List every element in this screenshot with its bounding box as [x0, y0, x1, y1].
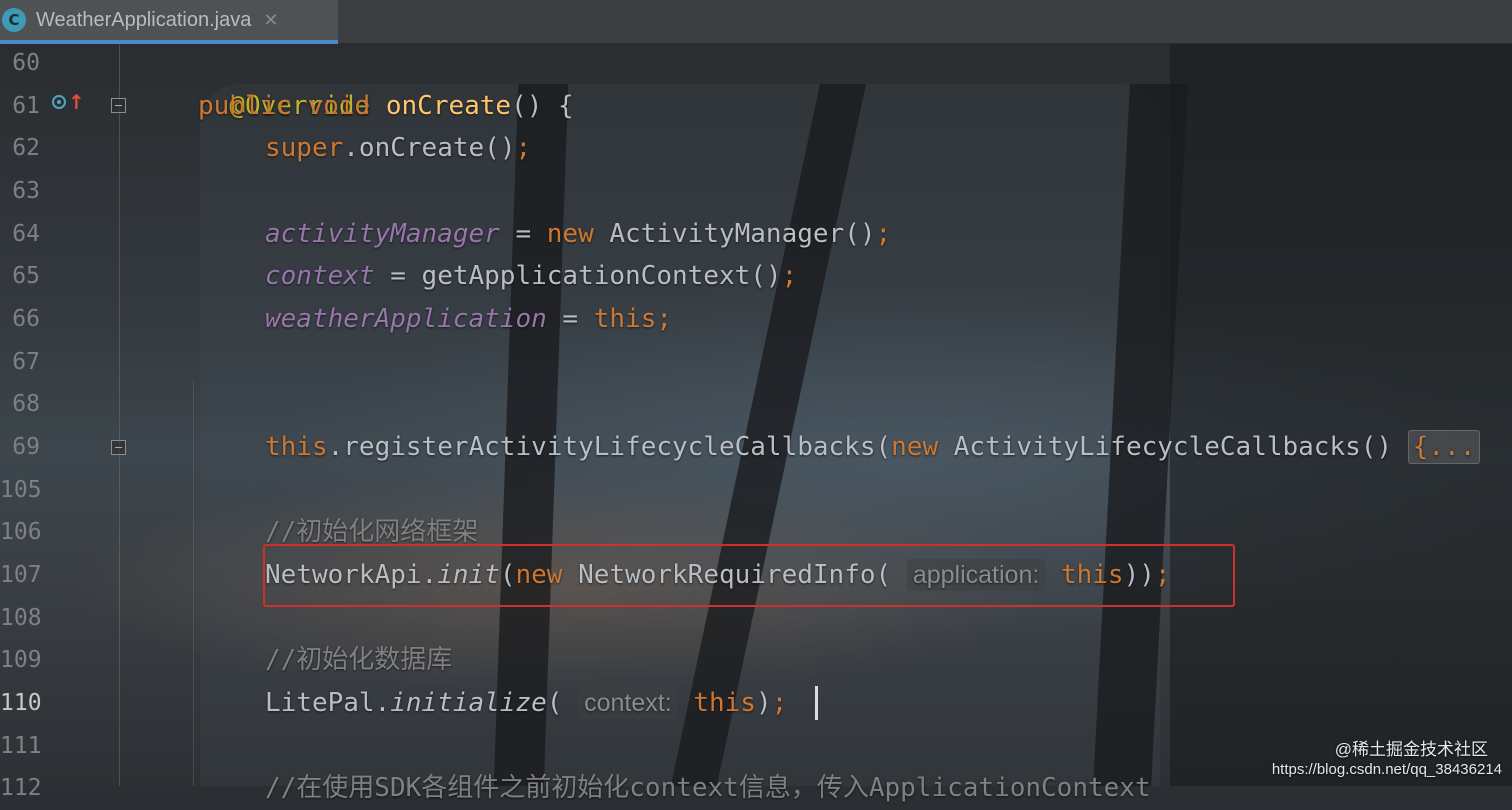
- gutter-divider: [119, 44, 120, 786]
- editor-background: [0, 44, 1512, 786]
- keyword: this: [693, 688, 756, 718]
- overrides-method-icon[interactable]: [52, 95, 66, 109]
- class-name: LitePal.: [265, 688, 391, 718]
- line-number: 64: [12, 221, 40, 247]
- static-method: initialize: [390, 688, 547, 718]
- code-text: =: [499, 219, 547, 249]
- field: context: [265, 261, 375, 291]
- watermark-url: https://blog.csdn.net/qq_38436214: [1271, 761, 1502, 778]
- code-text: ): [755, 688, 772, 718]
- semicolon: ;: [781, 261, 798, 291]
- text-caret: [815, 686, 818, 720]
- file-tab[interactable]: C WeatherApplication.java ✕: [0, 0, 338, 44]
- code-line-65[interactable]: context = getApplicationContext();: [265, 255, 797, 298]
- comment: //初始化数据库: [265, 645, 453, 675]
- comment: //在使用SDK各组件之前初始化context信息，传入ApplicationC…: [265, 773, 1151, 803]
- line-number: 68: [12, 391, 40, 417]
- fold-expand-icon[interactable]: [111, 440, 126, 455]
- code-line-66[interactable]: weatherApplication = this;: [265, 298, 672, 341]
- keyword: new: [546, 219, 594, 249]
- code-text: () {: [511, 91, 574, 121]
- java-class-icon: C: [2, 8, 26, 32]
- parameter-hint: context:: [578, 687, 678, 719]
- code-line-110[interactable]: LitePal.initialize( context: this);: [265, 682, 787, 725]
- line-number: 66: [12, 306, 40, 332]
- keyword: new: [891, 432, 939, 462]
- keyword: void: [307, 91, 371, 121]
- code-line-64[interactable]: activityManager = new ActivityManager();: [265, 213, 891, 256]
- code-text: (: [546, 688, 579, 718]
- code-line-109[interactable]: //初始化数据库: [265, 639, 452, 682]
- code-text: .onCreate(): [343, 133, 516, 163]
- editor-tab-bar: C WeatherApplication.java ✕: [0, 0, 1512, 44]
- keyword: this: [593, 304, 657, 334]
- semicolon: ;: [656, 304, 673, 334]
- code-text: ActivityManager(): [593, 219, 876, 249]
- code-text: ActivityLifecycleCallbacks(): [938, 432, 1408, 462]
- line-number: 112: [0, 775, 42, 801]
- close-tab-icon[interactable]: ✕: [263, 10, 278, 31]
- code-line-69[interactable]: this.registerActivityLifecycleCallbacks(…: [265, 426, 1481, 469]
- code-text: =: [546, 304, 594, 334]
- line-number: 107: [0, 562, 42, 588]
- line-number: 61: [12, 93, 40, 119]
- indent-guide: [193, 380, 194, 786]
- line-number: 65: [12, 263, 40, 289]
- line-number: 105: [0, 477, 42, 503]
- field: weatherApplication: [265, 304, 547, 334]
- line-number: 106: [0, 519, 42, 545]
- fold-collapse-icon[interactable]: [111, 98, 126, 113]
- line-number: 109: [0, 647, 42, 673]
- code-line-60[interactable]: @Override: [198, 42, 370, 121]
- keyword: this: [265, 432, 328, 462]
- code-line-61[interactable]: public void onCreate() {: [198, 85, 574, 128]
- semicolon: ;: [771, 688, 788, 718]
- semicolon: ;: [515, 133, 532, 163]
- tab-filename: WeatherApplication.java: [36, 8, 252, 31]
- code-text: = getApplicationContext(): [374, 261, 782, 291]
- watermark-site: @稀土掘金技术社区: [1334, 740, 1488, 759]
- code-line-112[interactable]: //在使用SDK各组件之前初始化context信息，传入ApplicationC…: [265, 767, 1151, 810]
- highlight-box: [263, 544, 1235, 607]
- line-number: 60: [12, 50, 40, 76]
- code-text: .registerActivityLifecycleCallbacks(: [327, 432, 892, 462]
- keyword: public: [198, 91, 292, 121]
- line-number: 67: [12, 349, 40, 375]
- line-number: 111: [0, 733, 42, 759]
- keyword: super: [265, 133, 344, 163]
- line-number: 108: [0, 605, 42, 631]
- code-line-62[interactable]: super.onCreate();: [265, 127, 531, 170]
- comment: //初始化网络框架: [265, 517, 479, 547]
- line-number: 69: [12, 434, 40, 460]
- folded-code-placeholder[interactable]: {...: [1407, 430, 1481, 464]
- semicolon: ;: [875, 219, 892, 249]
- field: activityManager: [265, 219, 500, 249]
- method-name: onCreate: [385, 91, 512, 121]
- line-number-current: 110: [0, 690, 42, 716]
- go-to-super-arrow-icon[interactable]: ↑: [68, 92, 85, 112]
- line-number: 63: [12, 178, 40, 204]
- line-number: 62: [12, 135, 40, 161]
